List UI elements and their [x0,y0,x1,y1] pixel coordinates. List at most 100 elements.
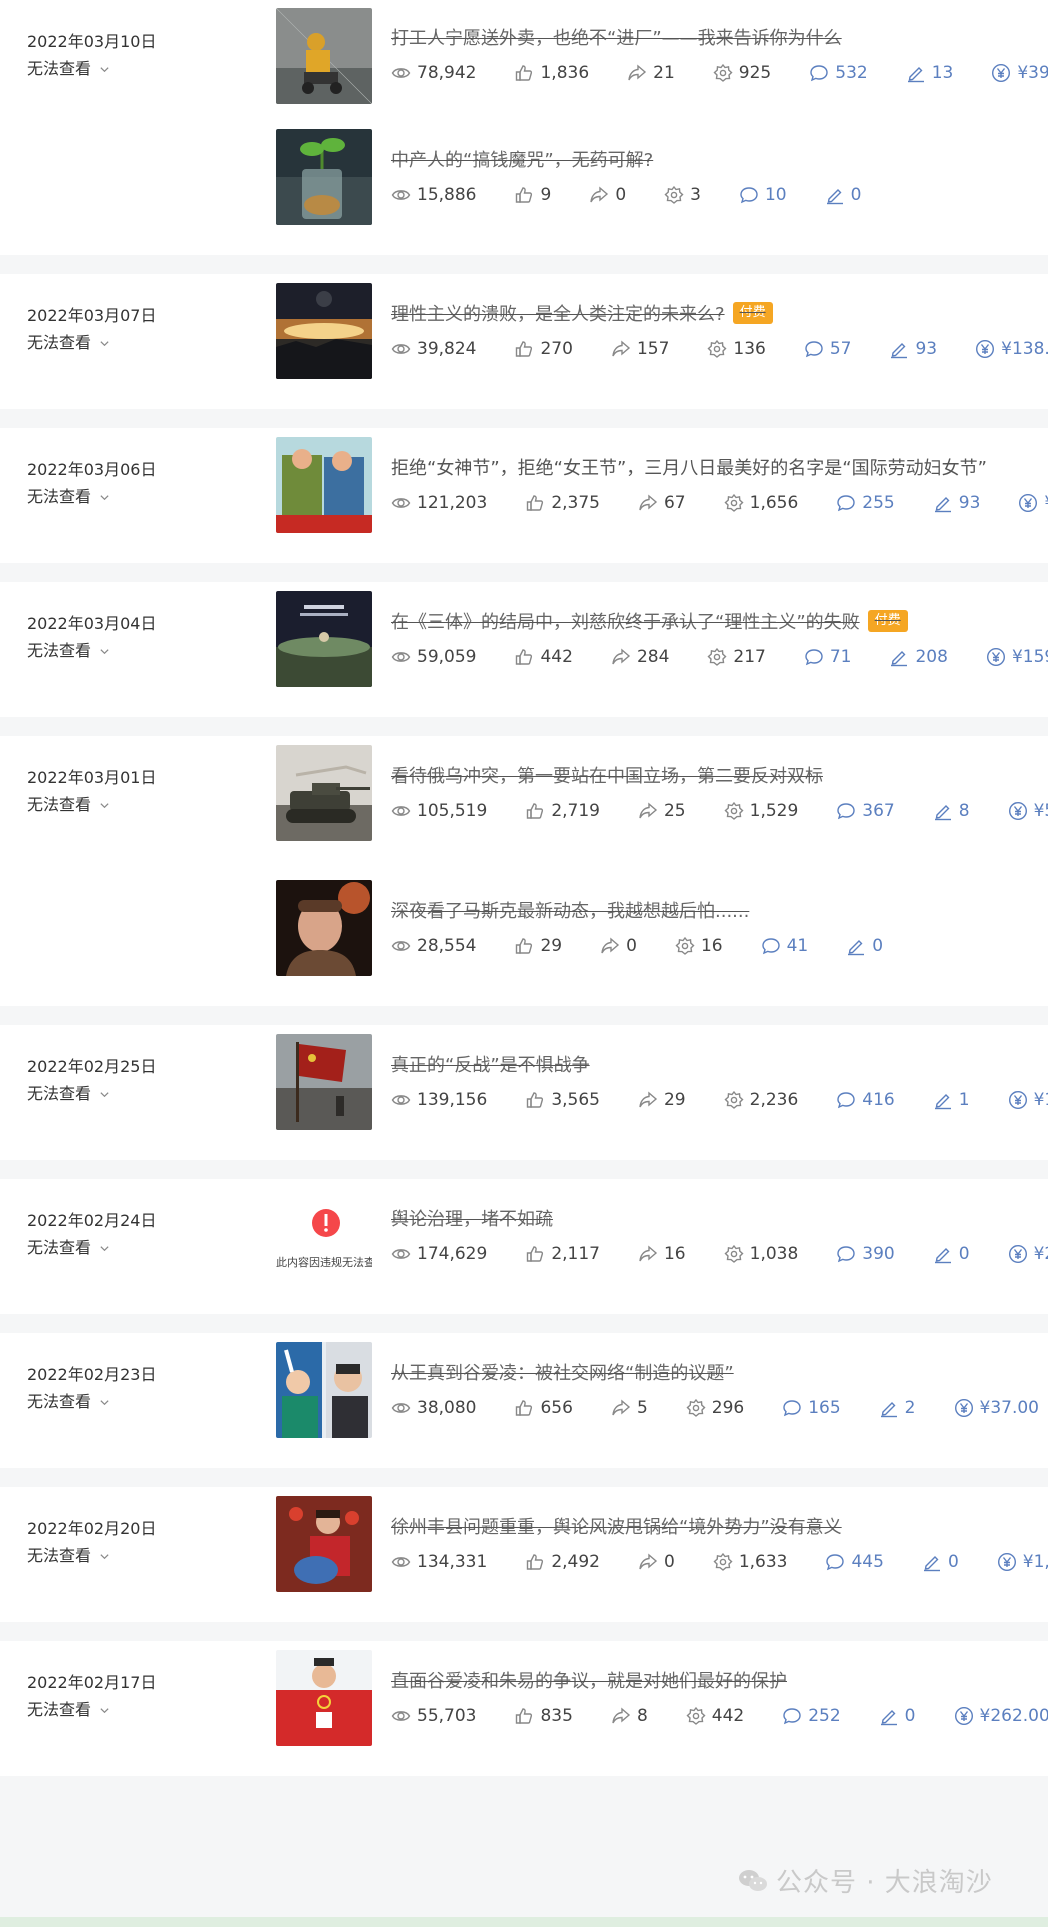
pen-icon [826,189,843,205]
article-row[interactable]: 此内容因违规无法查看 舆论治理，堵不如疏 174,629 2,117 16 1,038 39… [0,1179,1048,1314]
stat-shares-value: 0 [663,1552,675,1572]
stat-notes: 8 [933,801,970,821]
article-title[interactable]: 深夜看了马斯克最新动态，我越想越后怕...... [391,897,749,923]
article-thumbnail[interactable] [276,591,372,687]
eye-icon [391,344,411,354]
eye-icon [391,1095,411,1105]
article-thumbnail[interactable] [276,1342,372,1438]
comment-icon [826,1554,845,1571]
share-icon [639,494,658,511]
article-title[interactable]: 舆论治理，堵不如疏 [391,1205,553,1231]
article-thumbnail[interactable] [276,129,372,225]
stat-money-value: ¥159.8 [1011,647,1048,667]
article-title[interactable]: 中产人的“搞钱魔咒”，无药可解? [391,146,653,172]
stat-shares: 284 [611,647,669,667]
thumb-up-icon [516,187,533,203]
stat-recommends-value: 3 [690,185,701,205]
thumb-up-icon [516,65,533,81]
stat-money: ¥25 [1008,1244,1048,1264]
stat-notes: 0 [922,1552,959,1572]
thumb-up-icon [527,1246,544,1262]
comment-icon [837,1092,855,1109]
article-title-text: 徐州丰县问题重重，舆论风波甩锅给“境外势力”没有意义 [391,1517,842,1538]
stat-money: ¥1,23 [997,1552,1048,1572]
article-stats: 134,331 2,492 0 1,633 445 0 ¥1,23 [391,1552,1048,1572]
article-title[interactable]: 从王真到谷爱凌：被社交网络“制造的议题” [391,1359,734,1385]
article-stats: 78,942 1,836 21 925 532 13 ¥392. [391,63,1048,83]
article-row[interactable]: 拒绝“女神节”，拒绝“女王节”，三月八日最美好的名字是“国际劳动妇女节” 121,… [0,428,1048,563]
stat-likes: 9 [514,185,551,205]
article-thumbnail[interactable] [276,8,372,104]
article-row[interactable]: 理性主义的溃败，是全人类注定的未来么? 付费 39,824 270 157 136 57 93… [0,274,1048,409]
article-thumbnail[interactable] [276,1650,372,1746]
stat-recommends: 1,656 [724,493,798,513]
pen-icon [891,343,908,359]
article-title[interactable]: 真正的“反战”是不惧战争 [391,1051,590,1077]
stat-comments: 532 [809,63,868,83]
share-icon [612,648,631,665]
eye-icon [391,1403,411,1413]
stat-likes-value: 270 [540,339,573,359]
stat-recommends: 1,529 [724,801,798,821]
article-row[interactable]: 看待俄乌冲突，第一要站在中国立场，第二要反对双标 105,519 2,719 25 1,… [0,736,1048,871]
stat-shares-value: 5 [636,1398,648,1418]
thumbnail-image [276,591,372,687]
article-row[interactable]: 打工人宁愿送外卖，也绝不“进厂”——我来告诉你为什么 78,942 1,836 21 9… [0,0,1048,120]
stat-likes: 29 [514,936,562,956]
stat-comments-value: 416 [862,1090,895,1110]
article-row[interactable]: 从王真到谷爱凌：被社交网络“制造的议题” 38,080 656 5 296 165 2 ¥37… [0,1333,1048,1468]
article-row[interactable]: 真正的“反战”是不惧战争 139,156 3,565 29 2,236 416 1 ¥1,6 [0,1025,1048,1160]
stat-comments-value: 255 [862,493,895,513]
yuan-icon [954,1398,973,1418]
article-title[interactable]: 理性主义的溃败，是全人类注定的未来么? 付费 [391,300,773,326]
comment-icon [805,649,823,666]
stat-likes-value: 442 [540,647,573,667]
stat-views-value: 59,059 [417,647,477,667]
pen-icon [907,67,924,83]
article-thumbnail[interactable] [276,283,372,379]
stat-money: ¥138.6 [975,339,1048,359]
article-title[interactable]: 直面谷爱凌和朱易的争议，就是对她们最好的保护 [391,1667,787,1693]
article-title-text: 在《三体》的结局中，刘慈欣终于承认了“理性主义”的失败 [391,612,860,633]
article-row[interactable]: 中产人的“搞钱魔咒”，无药可解? 15,886 9 0 3 10 0 [0,120,1048,255]
eye-icon [391,68,411,78]
watermark: 公众号 · 大浪淘沙 [738,1862,993,1899]
article-title[interactable]: 打工人宁愿送外卖，也绝不“进厂”——我来告诉你为什么 [391,24,842,50]
date-group: 2022年02月23日 无法查看 从王真到谷爱凌：被社交网络“制造的议题” 38,08… [0,1333,1048,1468]
article-row[interactable]: 在《三体》的结局中，刘慈欣终于承认了“理性主义”的失败 付费 59,059 442 28… [0,582,1048,717]
stat-views-value: 174,629 [417,1244,488,1264]
share-icon [612,340,631,357]
stat-views: 59,059 [391,647,476,667]
article-title[interactable]: 在《三体》的结局中，刘慈欣终于承认了“理性主义”的失败 付费 [391,608,908,634]
pen-icon [934,1248,951,1264]
share-icon [639,1245,658,1262]
stat-likes-value: 3,565 [551,1090,600,1110]
article-thumbnail[interactable] [276,1496,372,1592]
article-title[interactable]: 拒绝“女神节”，拒绝“女王节”，三月八日最美好的名字是“国际劳动妇女节” [391,454,987,480]
comment-icon [837,495,855,512]
article-thumbnail[interactable] [276,745,372,841]
stat-likes-value: 2,719 [551,801,600,821]
article-thumbnail[interactable] [276,437,372,533]
stat-recommends: 442 [686,1706,744,1726]
article-thumbnail[interactable] [276,1034,372,1130]
stat-views-value: 78,942 [417,63,477,83]
article-title[interactable]: 徐州丰县问题重重，舆论风波甩锅给“境外势力”没有意义 [391,1513,842,1539]
article-row[interactable]: 直面谷爱凌和朱易的争议，就是对她们最好的保护 55,703 835 8 442 252 0 ¥… [0,1641,1048,1776]
stat-money-value: ¥392. [1017,63,1048,83]
thumb-up-icon [516,1708,533,1724]
yuan-icon [1008,1090,1027,1110]
paid-badge: 付费 [867,610,908,632]
stat-likes-value: 1,836 [540,63,590,83]
article-title-text: 从王真到谷爱凌：被社交网络“制造的议题” [391,1363,734,1384]
stat-money-value: ¥1,23 [1022,1552,1048,1572]
article-title[interactable]: 看待俄乌冲突，第一要站在中国立场，第二要反对双标 [391,762,823,788]
article-row[interactable]: 徐州丰县问题重重，舆论风波甩锅给“境外势力”没有意义 134,331 2,492 0 1… [0,1487,1048,1622]
stat-shares-value: 67 [663,493,686,513]
stat-comments-value: 41 [786,936,809,956]
article-thumbnail[interactable] [276,880,372,976]
thumb-up-icon [516,341,533,357]
stat-money-value: ¥25 [1033,1244,1048,1264]
article-row[interactable]: 深夜看了马斯克最新动态，我越想越后怕...... 28,554 29 0 16 41 0 [0,871,1048,1006]
stat-shares: 0 [600,936,637,956]
